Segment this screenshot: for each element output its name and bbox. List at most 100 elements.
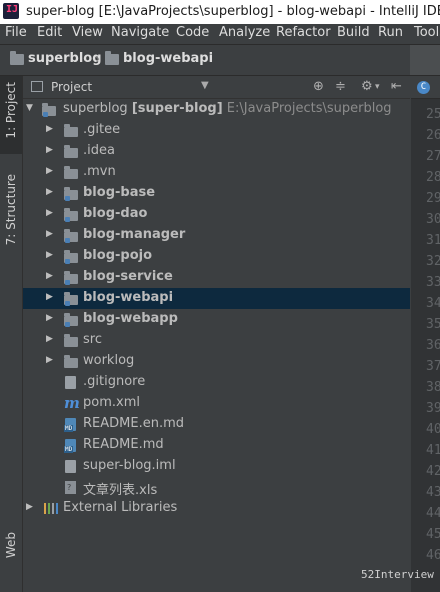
- project-panel: Project ▼ ⊕ ≑ ⚙ ▾ ⇤ ▼ superblog [super-b…: [23, 76, 410, 592]
- editor-gutter: C 25 26 27 28 29 30 31 32 33 34 35 36 37…: [411, 76, 440, 592]
- web-tool-tab-label: Web: [4, 532, 18, 559]
- editor-tab[interactable]: C: [411, 76, 440, 99]
- collapsed-arrow-icon[interactable]: ▶: [46, 271, 53, 281]
- collapsed-arrow-icon[interactable]: ▶: [46, 292, 53, 302]
- line-number: 33: [426, 275, 440, 290]
- line-number: 42: [426, 464, 440, 479]
- expanded-arrow-icon[interactable]: ▼: [26, 103, 33, 113]
- line-number: 30: [426, 212, 440, 227]
- tree-item-blog-manager[interactable]: ▶ blog-manager: [23, 225, 410, 246]
- hide-panel-icon[interactable]: ⇤: [391, 79, 402, 94]
- line-number: 26: [426, 128, 440, 143]
- collapsed-arrow-icon[interactable]: ▶: [46, 229, 53, 239]
- line-number: 43: [426, 485, 440, 500]
- breadcrumb-project[interactable]: superblog: [28, 51, 102, 66]
- menu-view[interactable]: View: [72, 25, 103, 40]
- tree-item-readme-en[interactable]: MD README.en.md: [23, 414, 410, 435]
- collapsed-arrow-icon[interactable]: ▶: [46, 187, 53, 197]
- project-view-selector[interactable]: Project: [51, 80, 92, 94]
- tree-item-idea[interactable]: ▶ .idea: [23, 141, 410, 162]
- line-number: 39: [426, 401, 440, 416]
- breadcrumb-module[interactable]: blog-webapi: [123, 51, 213, 66]
- line-number: 40: [426, 422, 440, 437]
- tree-root-name: superblog: [63, 101, 128, 116]
- collapsed-arrow-icon[interactable]: ▶: [46, 250, 53, 260]
- line-number: 31: [426, 233, 440, 248]
- tree-item-mvn[interactable]: ▶ .mvn: [23, 162, 410, 183]
- menu-edit[interactable]: Edit: [37, 25, 62, 40]
- text-file-icon: [63, 375, 79, 390]
- menu-tools[interactable]: Tools: [414, 25, 440, 40]
- tree-item-xls[interactable]: 文章列表.xls: [23, 477, 410, 498]
- locate-file-icon[interactable]: ⊕: [313, 79, 324, 94]
- menu-file[interactable]: File: [5, 25, 27, 40]
- window-title: super-blog [E:\JavaProjects\superblog] -…: [26, 4, 440, 19]
- collapse-all-icon[interactable]: ≑: [335, 79, 346, 94]
- tree-item-blog-dao[interactable]: ▶ blog-dao: [23, 204, 410, 225]
- menu-code[interactable]: Code: [176, 25, 209, 40]
- chevron-down-icon[interactable]: ▼: [201, 80, 209, 91]
- module-file-icon: [63, 459, 79, 474]
- tree-item-blog-webapp[interactable]: ▶ blog-webapp: [23, 309, 410, 330]
- menu-refactor[interactable]: Refactor: [276, 25, 331, 40]
- tree-root-module: [super-blog]: [131, 101, 223, 116]
- module-folder-icon: [63, 228, 79, 243]
- module-folder-icon: [63, 207, 79, 222]
- library-icon: [43, 501, 59, 516]
- module-folder-icon: [63, 312, 79, 327]
- tree-item-pom[interactable]: m pom.xml: [23, 393, 410, 414]
- module-folder-icon: [41, 102, 57, 117]
- tree-item-blog-base[interactable]: ▶ blog-base: [23, 183, 410, 204]
- project-tool-tab[interactable]: 1: Project: [0, 76, 22, 154]
- tree-item-blog-webapi[interactable]: ▶ blog-webapi: [23, 288, 410, 309]
- line-number: 35: [426, 317, 440, 332]
- line-number: 34: [426, 296, 440, 311]
- collapsed-arrow-icon[interactable]: ▶: [46, 313, 53, 323]
- gear-chevron-icon[interactable]: ▾: [375, 82, 380, 92]
- tree-item-external-libraries[interactable]: ▶ External Libraries: [23, 498, 410, 519]
- tree-root-path: E:\JavaProjects\superblog: [226, 101, 392, 116]
- project-tool-tab-label: 1: Project: [4, 82, 18, 139]
- menu-run[interactable]: Run: [378, 25, 403, 40]
- menu-analyze[interactable]: Analyze: [219, 25, 270, 40]
- folder-icon: [63, 354, 79, 369]
- folder-icon: [63, 123, 79, 138]
- folder-icon: [63, 165, 79, 180]
- tree-item-src[interactable]: ▶ src: [23, 330, 410, 351]
- structure-tool-tab[interactable]: 7: Structure: [0, 168, 22, 258]
- intellij-app-icon: IJ: [3, 3, 19, 19]
- tree-item-blog-service[interactable]: ▶ blog-service: [23, 267, 410, 288]
- gear-icon[interactable]: ⚙: [361, 79, 373, 94]
- collapsed-arrow-icon[interactable]: ▶: [46, 334, 53, 344]
- web-tool-tab[interactable]: Web: [0, 528, 22, 578]
- line-number: 44: [426, 506, 440, 521]
- line-number: 32: [426, 254, 440, 269]
- line-number: 25: [426, 107, 440, 122]
- tree-item-blog-pojo[interactable]: ▶ blog-pojo: [23, 246, 410, 267]
- structure-tool-tab-label: 7: Structure: [4, 174, 18, 246]
- collapsed-arrow-icon[interactable]: ▶: [46, 145, 53, 155]
- collapsed-arrow-icon[interactable]: ▶: [46, 355, 53, 365]
- collapsed-arrow-icon[interactable]: ▶: [46, 166, 53, 176]
- tree-item-iml[interactable]: super-blog.iml: [23, 456, 410, 477]
- tree-item-readme[interactable]: MD README.md: [23, 435, 410, 456]
- line-number: 38: [426, 380, 440, 395]
- watermark: 52Interview: [361, 568, 434, 581]
- tree-root[interactable]: ▼ superblog [super-blog] E:\JavaProjects…: [23, 99, 410, 120]
- class-file-icon: C: [417, 81, 430, 94]
- collapsed-arrow-icon[interactable]: ▶: [26, 502, 33, 512]
- collapsed-arrow-icon[interactable]: ▶: [46, 124, 53, 134]
- tree-item-gitee[interactable]: ▶ .gitee: [23, 120, 410, 141]
- menu-build[interactable]: Build: [337, 25, 370, 40]
- tree-item-worklog[interactable]: ▶ worklog: [23, 351, 410, 372]
- line-number: 46: [426, 548, 440, 563]
- menu-bar: File Edit View Navigate Code Analyze Ref…: [0, 24, 440, 45]
- markdown-file-icon: MD: [63, 417, 79, 432]
- tree-item-gitignore[interactable]: .gitignore: [23, 372, 410, 393]
- line-number: 36: [426, 338, 440, 353]
- menu-navigate[interactable]: Navigate: [111, 25, 169, 40]
- markdown-file-icon: MD: [63, 438, 79, 453]
- left-tool-strip: 1: Project 7: Structure Web: [0, 76, 23, 592]
- folder-icon: [10, 51, 24, 65]
- collapsed-arrow-icon[interactable]: ▶: [46, 208, 53, 218]
